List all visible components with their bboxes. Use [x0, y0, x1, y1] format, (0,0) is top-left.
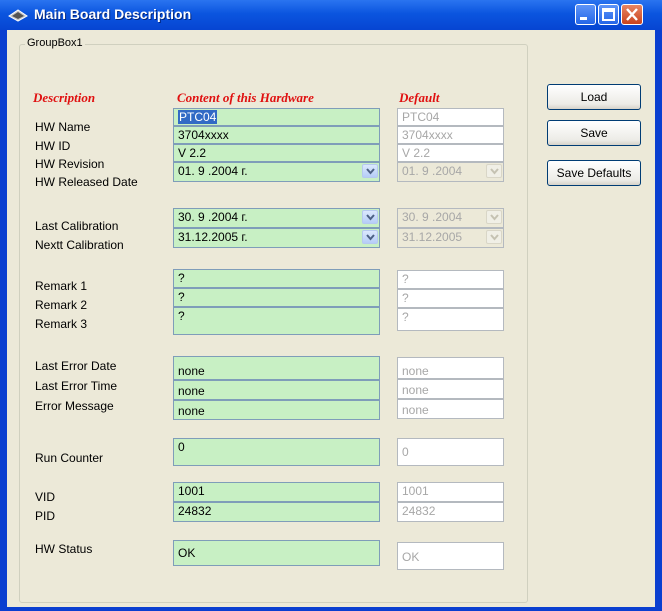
main-window: Main Board Description GroupBox1 Descrip…	[0, 0, 662, 611]
minimize-icon	[580, 17, 587, 20]
chevron-down-icon	[366, 234, 375, 241]
next-calibration-default-value: 31.12.2005	[402, 230, 463, 244]
maximize-icon	[602, 8, 615, 21]
hw-status-default: OK	[397, 542, 504, 570]
next-calibration-value: 31.12.2005 г.	[178, 230, 248, 244]
close-icon	[626, 8, 638, 21]
hw-revision-field[interactable]: V 2.2	[173, 144, 380, 162]
last-calibration-combo[interactable]: 30. 9 .2004 г.	[173, 208, 380, 228]
pid-default: 24832	[397, 502, 504, 522]
run-counter-field[interactable]: 0	[173, 438, 380, 466]
next-calibration-dropdown[interactable]	[362, 230, 378, 244]
chevron-down-icon	[366, 214, 375, 221]
hw-released-date-value: 01. 9 .2004 г.	[178, 164, 248, 178]
hw-released-date-dropdown[interactable]	[362, 164, 378, 178]
last-error-date-default: none	[397, 357, 504, 379]
header-default: Default	[399, 90, 440, 105]
window-title: Main Board Description	[34, 6, 192, 22]
label-pid: PID	[35, 509, 56, 523]
hw-name-value: PTC04	[178, 110, 218, 124]
title-bar[interactable]: Main Board Description	[0, 0, 662, 30]
run-counter-default: 0	[397, 438, 504, 466]
header-content: Content of this Hardware	[177, 90, 314, 105]
load-button[interactable]: Load	[547, 84, 641, 110]
chevron-down-icon	[366, 168, 375, 175]
label-last-error-time: Last Error Time	[35, 379, 118, 393]
hw-id-field[interactable]: 3704xxxx	[173, 126, 380, 144]
save-button[interactable]: Save	[547, 120, 641, 146]
label-last-error-date: Last Error Date	[35, 359, 117, 373]
last-error-time-default: none	[397, 379, 504, 399]
remark-2-default: ?	[397, 289, 504, 308]
label-error-message: Error Message	[35, 399, 114, 413]
label-hw-name: HW Name	[35, 120, 91, 134]
remark-1-field[interactable]: ?	[173, 269, 380, 288]
label-remark-2: Remark 2	[35, 298, 88, 312]
hw-id-default: 3704xxxx	[397, 126, 504, 144]
next-calibration-default-dropdown	[486, 230, 502, 244]
hw-name-default: PTC04	[397, 108, 504, 126]
label-next-calibration: Nextt Calibration	[35, 238, 124, 252]
hw-released-date-default-value: 01. 9 .2004	[402, 164, 463, 178]
next-calibration-combo[interactable]: 31.12.2005 г.	[173, 228, 380, 248]
close-button[interactable]	[621, 4, 643, 25]
last-calibration-default: 30. 9 .2004	[397, 208, 504, 228]
last-calibration-dropdown[interactable]	[362, 210, 378, 224]
label-hw-revision: HW Revision	[35, 157, 105, 171]
label-remark-3: Remark 3	[35, 317, 88, 331]
chevron-down-icon	[490, 234, 499, 241]
remark-2-field[interactable]: ?	[173, 288, 380, 307]
label-hw-released-date: HW Released Date	[35, 175, 138, 189]
chevron-down-icon	[490, 168, 499, 175]
hw-released-date-default-dropdown	[486, 164, 502, 178]
minimize-button[interactable]	[575, 4, 596, 25]
remark-1-default: ?	[397, 270, 504, 289]
client-area: GroupBox1 Description Content of this Ha…	[7, 30, 655, 607]
last-error-time-field[interactable]: none	[173, 380, 380, 400]
chevron-down-icon	[490, 214, 499, 221]
maximize-button[interactable]	[598, 4, 619, 25]
hw-status-field[interactable]: OK	[173, 540, 380, 566]
last-error-date-field[interactable]: none	[173, 356, 380, 380]
last-calibration-value: 30. 9 .2004 г.	[178, 210, 248, 224]
pid-field[interactable]: 24832	[173, 502, 380, 522]
label-vid: VID	[35, 490, 56, 504]
save-defaults-button[interactable]: Save Defaults	[547, 160, 641, 186]
hw-name-field[interactable]: PTC04	[173, 108, 380, 126]
hw-released-date-default: 01. 9 .2004	[397, 162, 504, 182]
hw-revision-default: V 2.2	[397, 144, 504, 162]
error-message-field[interactable]: none	[173, 400, 380, 420]
vid-field[interactable]: 1001	[173, 482, 380, 502]
last-calibration-default-value: 30. 9 .2004	[402, 210, 463, 224]
error-message-default: none	[397, 399, 504, 419]
label-hw-id: HW ID	[35, 139, 71, 153]
next-calibration-default: 31.12.2005	[397, 228, 504, 248]
vid-default: 1001	[397, 482, 504, 502]
label-remark-1: Remark 1	[35, 279, 88, 293]
header-description: Description	[33, 90, 96, 105]
remark-3-default: ?	[397, 308, 504, 331]
label-hw-status: HW Status	[35, 542, 93, 556]
remark-3-field[interactable]: ?	[173, 307, 380, 335]
label-run-counter: Run Counter	[35, 451, 104, 465]
groupbox-title: GroupBox1	[25, 37, 85, 49]
board-icon	[8, 9, 28, 22]
hw-released-date-combo[interactable]: 01. 9 .2004 г.	[173, 162, 380, 182]
last-calibration-default-dropdown	[486, 210, 502, 224]
label-last-calibration: Last Calibration	[35, 219, 119, 233]
